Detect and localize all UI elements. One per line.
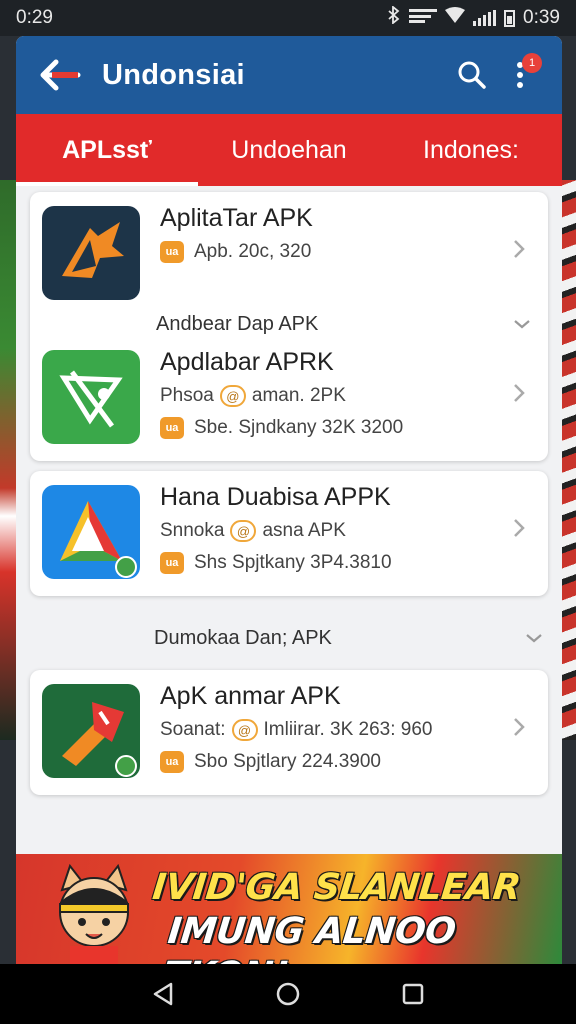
promo-banner[interactable]: IVID'GA SLANLEAR IMUNG ALNOO TKON! [16,854,562,964]
app-name: AplitaTar APK [160,204,313,232]
system-nav-bar [0,964,576,1024]
tag-icon: ua [160,552,184,574]
at-ring-icon: @ [219,385,246,407]
tag-icon: ua [160,417,184,439]
search-button[interactable] [448,51,496,99]
red-flag-icon [42,684,140,778]
status-time-left: 0:29 [16,7,53,28]
section-header[interactable]: Dumokaa Dan; APK [30,606,548,670]
chevron-right-icon[interactable] [506,236,532,262]
app-meta: ua Shs Spjtkany 3P4.3810 [160,552,536,574]
tab-aplsst[interactable]: APLssť [16,114,198,186]
app-window: Undonsiai 1 APLssť Undoehan Indones: Apl… [16,36,562,964]
chevron-right-icon[interactable] [506,380,532,406]
app-meta: ua Sbo Spjtlary 224.3900 [160,751,536,773]
status-bar: 0:29 0:39 [0,0,576,36]
promo-headline: IVID'GA SLANLEAR IMUNG ALNOO TKON! [141,866,555,964]
tab-bar: APLssť Undoehan Indones: [16,114,562,186]
list-item[interactable]: AplitaTar APK ua Apb. 20c, 320 [42,202,536,302]
bluetooth-icon [387,5,401,30]
more-options-button[interactable]: 1 [496,51,544,99]
status-time-right: 0:39 [523,7,560,28]
tab-undoehan[interactable]: Undoehan [198,114,380,186]
chevron-right-icon[interactable] [506,515,532,541]
green-kite-icon [42,350,140,444]
list-item[interactable]: Apdlabar APRK Phsoa @ aman. 2PK ua Sbe. … [42,346,536,449]
network-icon [409,7,438,29]
nav-home-button[interactable] [268,974,308,1014]
at-ring-icon: @ [230,520,257,542]
page-title: Undonsiai [102,58,245,91]
tag-icon: ua [160,751,184,773]
chevron-right-icon[interactable] [506,714,532,740]
mascot-cat-icon [44,860,144,964]
tag-icon: ua [160,241,184,263]
square-recents-icon [403,983,424,1005]
search-icon [458,61,486,89]
section-header[interactable]: Andbear Dap APK [42,302,536,346]
at-ring-icon: @ [231,719,258,741]
circle-home-icon [276,982,300,1006]
app-list: AplitaTar APK ua Apb. 20c, 320 Andbear D… [16,186,562,795]
app-meta: Soanat: @ Imliirar. 3K 263: 960 [160,719,433,741]
back-button[interactable] [36,51,84,99]
nav-back-button[interactable] [143,974,183,1014]
list-item[interactable]: ApK anmar APK Soanat: @ Imliirar. 3K 263… [42,680,536,783]
status-icons: 0:39 [387,5,560,30]
back-arrow-icon [40,59,81,91]
app-card: AplitaTar APK ua Apb. 20c, 320 Andbear D… [30,192,548,461]
signal-icon [473,10,497,26]
battery-icon [504,9,516,27]
chevron-down-icon[interactable] [520,628,548,648]
app-meta: ua Apb. 20c, 320 [160,241,536,263]
wifi-icon [445,7,466,29]
app-meta: Snnoka @ asna APK [160,520,346,542]
app-name: Apdlabar APRK [160,348,334,376]
promo-line-2: IMUNG ALNOO TKON! [161,911,458,964]
tab-indones[interactable]: Indones: [380,114,562,186]
promo-line-1: IVID'GA SLANLEAR [150,867,523,908]
chevron-down-icon[interactable] [508,314,536,334]
app-bar: Undonsiai 1 [16,36,562,114]
app-name: Hana Duabisa APPK [160,483,391,511]
app-name: ApK anmar APK [160,682,341,710]
app-meta: ua Sbe. Sjndkany 32K 3200 [160,417,536,439]
triangle-play-icon [42,485,140,579]
nav-recents-button[interactable] [393,974,433,1014]
list-item[interactable]: Hana Duabisa APPK Snnoka @ asna APK ua S… [42,481,536,584]
app-card: ApK anmar APK Soanat: @ Imliirar. 3K 263… [30,670,548,795]
triangle-back-icon [153,982,172,1006]
tan-fox-icon [42,206,140,300]
app-card: Hana Duabisa APPK Snnoka @ asna APK ua S… [30,471,548,596]
app-meta: Phsoa @ aman. 2PK [160,385,346,407]
notification-badge: 1 [522,53,542,73]
